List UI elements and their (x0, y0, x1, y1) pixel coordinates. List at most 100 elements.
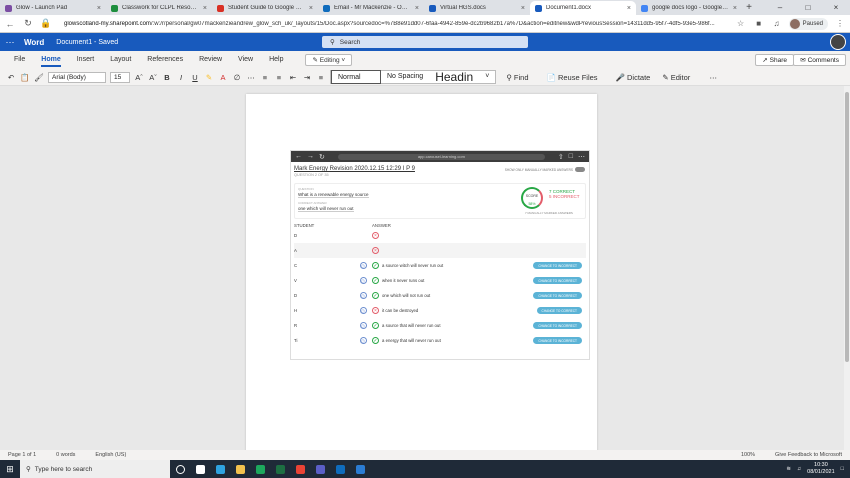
back-icon[interactable]: ← (4, 19, 16, 29)
extension-icon[interactable]: ■ (753, 19, 765, 28)
more-options-icon[interactable]: ⋯ (708, 73, 718, 82)
tab-references[interactable]: References (139, 51, 191, 69)
tab-home[interactable]: Home (33, 51, 68, 69)
document-page[interactable]: ← → ↻ app.carousel-learning.com ⇧ □ ⋯ Ma… (246, 94, 597, 454)
word-icon[interactable] (350, 460, 370, 478)
browser-tab[interactable]: Glow - Launch Pad × (0, 1, 106, 15)
store-icon[interactable] (250, 460, 270, 478)
change-mark-button[interactable]: CHANGE TO INCORRECT (533, 262, 582, 269)
search-input[interactable]: ⚲ Search (322, 36, 528, 48)
excel-icon[interactable] (270, 460, 290, 478)
tab-view[interactable]: View (230, 51, 261, 69)
clock[interactable]: 10:30 08/01/2021 (807, 462, 835, 476)
grow-font-icon[interactable]: Aˆ (134, 73, 144, 82)
network-icon[interactable]: ≋ (786, 466, 791, 472)
browser-tab[interactable]: Email - Mr Mackenzie - Outlook × (318, 1, 424, 15)
volume-icon[interactable]: ♫ (797, 466, 801, 472)
app-launcher-icon[interactable]: ⋯ (0, 37, 20, 48)
tab-help[interactable]: Help (261, 51, 291, 69)
tab-file[interactable]: File (6, 51, 33, 69)
align-icon[interactable]: ≡ (316, 73, 326, 82)
vertical-scrollbar[interactable] (844, 86, 850, 450)
new-tab-button[interactable]: + (742, 1, 756, 15)
numbering-icon[interactable]: ≡ (274, 73, 284, 82)
minimize-icon[interactable]: – (766, 0, 794, 15)
edge-icon[interactable] (210, 460, 230, 478)
more-font-icon[interactable]: ⋯ (246, 73, 256, 82)
start-icon[interactable]: ⊞ (0, 464, 20, 475)
font-size-select[interactable]: 15 (110, 71, 130, 83)
bold-icon[interactable]: B (162, 73, 172, 82)
star-icon[interactable]: ☆ (735, 19, 747, 28)
scroll-thumb[interactable] (845, 92, 849, 362)
outlook-icon[interactable] (330, 460, 350, 478)
close-icon[interactable]: × (203, 5, 207, 12)
zoom-level[interactable]: 100% (741, 452, 755, 458)
close-window-icon[interactable]: × (822, 0, 850, 15)
indent-icon[interactable]: ⇥ (302, 73, 312, 82)
change-mark-button[interactable]: CHANGE TO INCORRECT (533, 337, 582, 344)
close-icon[interactable]: × (627, 5, 631, 12)
close-icon[interactable]: × (97, 5, 101, 12)
reuse-files-button[interactable]: 📄 Reuse Files (547, 73, 598, 82)
dictate-button[interactable]: 🎤 Dictate (616, 73, 651, 82)
underline-icon[interactable]: U (190, 73, 200, 82)
tab-layout[interactable]: Layout (102, 51, 139, 69)
change-mark-button[interactable]: CHANGE TO INCORRECT (533, 277, 582, 284)
change-mark-button[interactable]: CHANGE TO INCORRECT (533, 322, 582, 329)
browser-tab[interactable]: Virtual HGS.docs × (424, 1, 530, 15)
close-icon[interactable]: × (309, 5, 313, 12)
paste-icon[interactable]: 📋 (20, 73, 30, 82)
language[interactable]: English (US) (95, 452, 126, 458)
profile-button[interactable]: Paused (788, 17, 828, 30)
format-painter-icon[interactable]: 🖌 (34, 73, 44, 82)
editor-button[interactable]: ✎ Editor (662, 73, 690, 82)
shrink-font-icon[interactable]: Aˇ (148, 73, 158, 82)
browser-tab[interactable]: Document1.docx × (530, 1, 636, 15)
task-view-icon[interactable] (190, 460, 210, 478)
tab-title: Glow - Launch Pad (16, 5, 68, 11)
teams-icon[interactable] (310, 460, 330, 478)
feedback-link[interactable]: Give Feedback to Microsoft (775, 452, 842, 458)
find-button[interactable]: ⚲ Find (506, 73, 528, 82)
reload-icon[interactable]: ↻ (22, 18, 34, 29)
doc-title[interactable]: Document1 - Saved (56, 39, 118, 46)
taskbar-search[interactable]: ⚲ Type here to search (20, 460, 170, 478)
chrome-icon[interactable] (290, 460, 310, 478)
close-icon[interactable]: × (521, 5, 525, 12)
embedded-screenshot[interactable]: ← → ↻ app.carousel-learning.com ⇧ □ ⋯ Ma… (290, 150, 590, 360)
share-button[interactable]: ➚ Share (755, 54, 794, 66)
font-name-select[interactable]: Arial (Body) (48, 71, 106, 83)
outdent-icon[interactable]: ⇤ (288, 73, 298, 82)
browser-tab[interactable]: Student Guide to Google Classro × (212, 1, 318, 15)
file-explorer-icon[interactable] (230, 460, 250, 478)
tab-review[interactable]: Review (191, 51, 230, 69)
style-0[interactable]: Normal (331, 70, 381, 84)
media-icon[interactable]: ♫ (771, 19, 783, 28)
editing-mode-button[interactable]: ✎ Editing ˅ (305, 54, 353, 66)
change-mark-button[interactable]: CHANGE TO CORRECT (536, 307, 582, 314)
italic-icon[interactable]: I (176, 73, 186, 82)
font-color-icon[interactable]: A (218, 73, 228, 82)
style-2[interactable]: Headin (429, 70, 479, 84)
close-icon[interactable]: × (415, 5, 419, 12)
style-1[interactable]: No Spacing (381, 70, 429, 84)
browser-tab[interactable]: google docs logo - Google Sear × (636, 1, 742, 15)
clear-format-icon[interactable]: ∅ (232, 73, 242, 82)
url-field[interactable]: glowscotland-my.sharepoint.com/:w:/r/per… (58, 21, 729, 27)
change-mark-button[interactable]: CHANGE TO INCORRECT (533, 292, 582, 299)
bullets-icon[interactable]: ≡ (260, 73, 270, 82)
cortana-icon[interactable] (170, 460, 190, 478)
close-icon[interactable]: × (733, 5, 737, 12)
comments-button[interactable]: ✉ Comments (793, 54, 846, 66)
menu-icon[interactable]: ⋮ (834, 19, 846, 28)
notification-icon[interactable]: □ (841, 466, 844, 472)
tab-insert[interactable]: Insert (69, 51, 103, 69)
app-name[interactable]: Word (24, 38, 44, 47)
highlight-icon[interactable]: ✎ (204, 73, 214, 82)
account-avatar[interactable] (830, 34, 846, 50)
undo-icon[interactable]: ↶ (6, 73, 16, 82)
browser-tab[interactable]: Classwork for CLPL Resource an × (106, 1, 212, 15)
maximize-icon[interactable]: □ (794, 0, 822, 15)
styles-expand-icon[interactable]: ˅ (479, 70, 495, 84)
